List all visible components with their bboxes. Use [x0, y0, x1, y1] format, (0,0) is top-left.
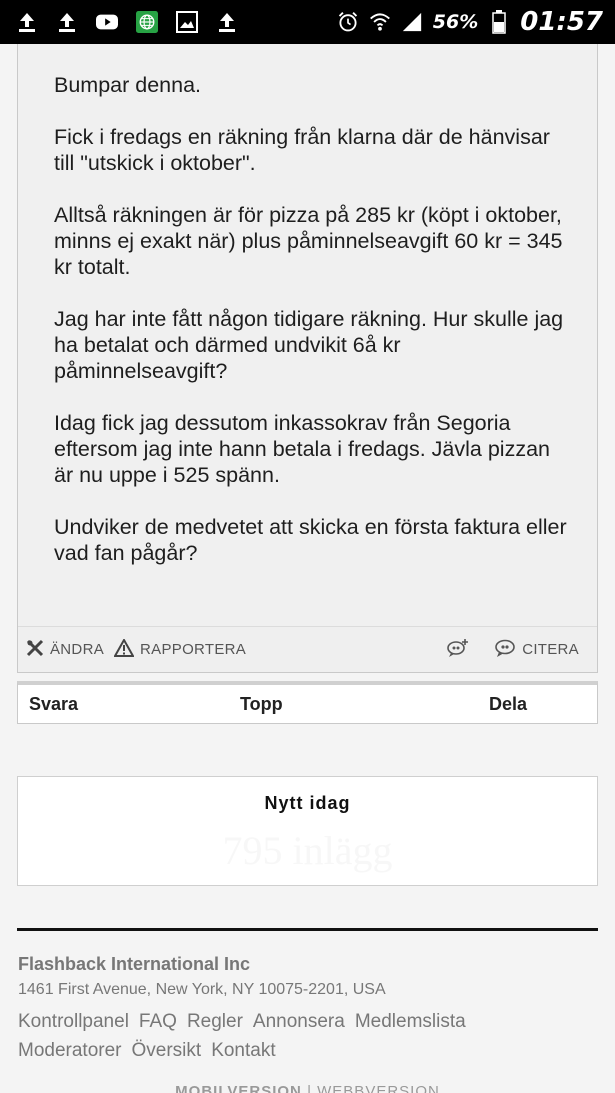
- post-body: Bumpar denna. Fick i fredags en räkning …: [54, 72, 574, 592]
- forum-post: Bumpar denna. Fick i fredags en räkning …: [17, 44, 598, 673]
- version-separator: |: [307, 1083, 318, 1093]
- post-paragraph: Fick i fredags en räkning från klarna dä…: [54, 125, 550, 175]
- report-button[interactable]: RAPPORTERA: [113, 637, 247, 661]
- edit-label: ÄNDRA: [50, 641, 105, 658]
- post-paragraph: Undviker de medvetet att skicka en först…: [54, 515, 567, 565]
- footer-link-oversikt[interactable]: Översikt: [132, 1036, 202, 1065]
- signal-icon: [401, 11, 423, 33]
- quote-button[interactable]: CITERA: [494, 638, 579, 662]
- gallery-icon: [176, 11, 198, 33]
- footer-link-medlemslista[interactable]: Medlemslista: [355, 1007, 466, 1036]
- reply-button[interactable]: Svara: [29, 694, 78, 715]
- new-today-title: Nytt idag: [264, 793, 351, 813]
- post-actions: ÄNDRA RAPPORTERA CITERA: [18, 626, 597, 672]
- top-button[interactable]: Topp: [240, 694, 283, 715]
- alarm-icon: [337, 11, 359, 33]
- upload-icon: [16, 11, 38, 33]
- upload-icon: [56, 11, 78, 33]
- version-switch: MOBILVERSION | WEBBVERSION: [0, 1083, 615, 1093]
- post-paragraph: Jag har inte fått någon tidigare räkning…: [54, 307, 564, 383]
- mobile-version-link[interactable]: MOBILVERSION: [175, 1083, 302, 1093]
- footer-link-annonsera[interactable]: Annonsera: [253, 1007, 345, 1036]
- post-paragraph: Bumpar denna.: [54, 73, 202, 97]
- status-bar: 56% 01:57: [0, 0, 615, 44]
- youtube-icon: [96, 11, 118, 33]
- clock: 01:57: [520, 7, 603, 37]
- footer-links: Kontrollpanel FAQ Regler Annonsera Medle…: [18, 1007, 518, 1065]
- post-paragraph: Idag fick jag dessutom inkassokrav från …: [54, 411, 550, 487]
- footer: Flashback International Inc 1461 First A…: [18, 954, 598, 1065]
- quote-label: CITERA: [522, 641, 579, 658]
- battery-percent: 56%: [432, 11, 479, 33]
- footer-address: 1461 First Avenue, New York, NY 10075-22…: [18, 981, 386, 998]
- footer-link-regler[interactable]: Regler: [187, 1007, 243, 1036]
- footer-link-kontakt[interactable]: Kontakt: [211, 1036, 275, 1065]
- footer-link-faq[interactable]: FAQ: [139, 1007, 177, 1036]
- warning-icon: [113, 637, 135, 661]
- new-today-box[interactable]: Nytt idag 795 inlägg: [17, 776, 598, 886]
- footer-company: Flashback International Inc: [18, 954, 251, 974]
- report-label: RAPPORTERA: [140, 641, 247, 658]
- footer-link-kontrollpanel[interactable]: Kontrollpanel: [18, 1007, 129, 1036]
- tools-icon: [26, 639, 44, 661]
- share-button[interactable]: Dela: [489, 694, 527, 715]
- battery-icon: [488, 10, 510, 34]
- quote-plus-icon: [446, 638, 470, 662]
- post-paragraph: Alltså räkningen är för pizza på 285 kr …: [54, 203, 563, 279]
- wifi-icon: [369, 11, 391, 33]
- upload-icon: [216, 11, 238, 33]
- edit-button[interactable]: ÄNDRA: [26, 639, 104, 661]
- new-today-count: 795 inlägg: [222, 828, 393, 873]
- browser-icon: [136, 11, 158, 33]
- quote-icon: [494, 638, 516, 662]
- multi-quote-button[interactable]: [446, 638, 470, 662]
- web-version-link[interactable]: WEBBVERSION: [317, 1083, 440, 1093]
- footer-link-moderatorer[interactable]: Moderatorer: [18, 1036, 122, 1065]
- reply-bar: Svara Topp Dela: [17, 681, 598, 724]
- footer-divider: [17, 928, 598, 931]
